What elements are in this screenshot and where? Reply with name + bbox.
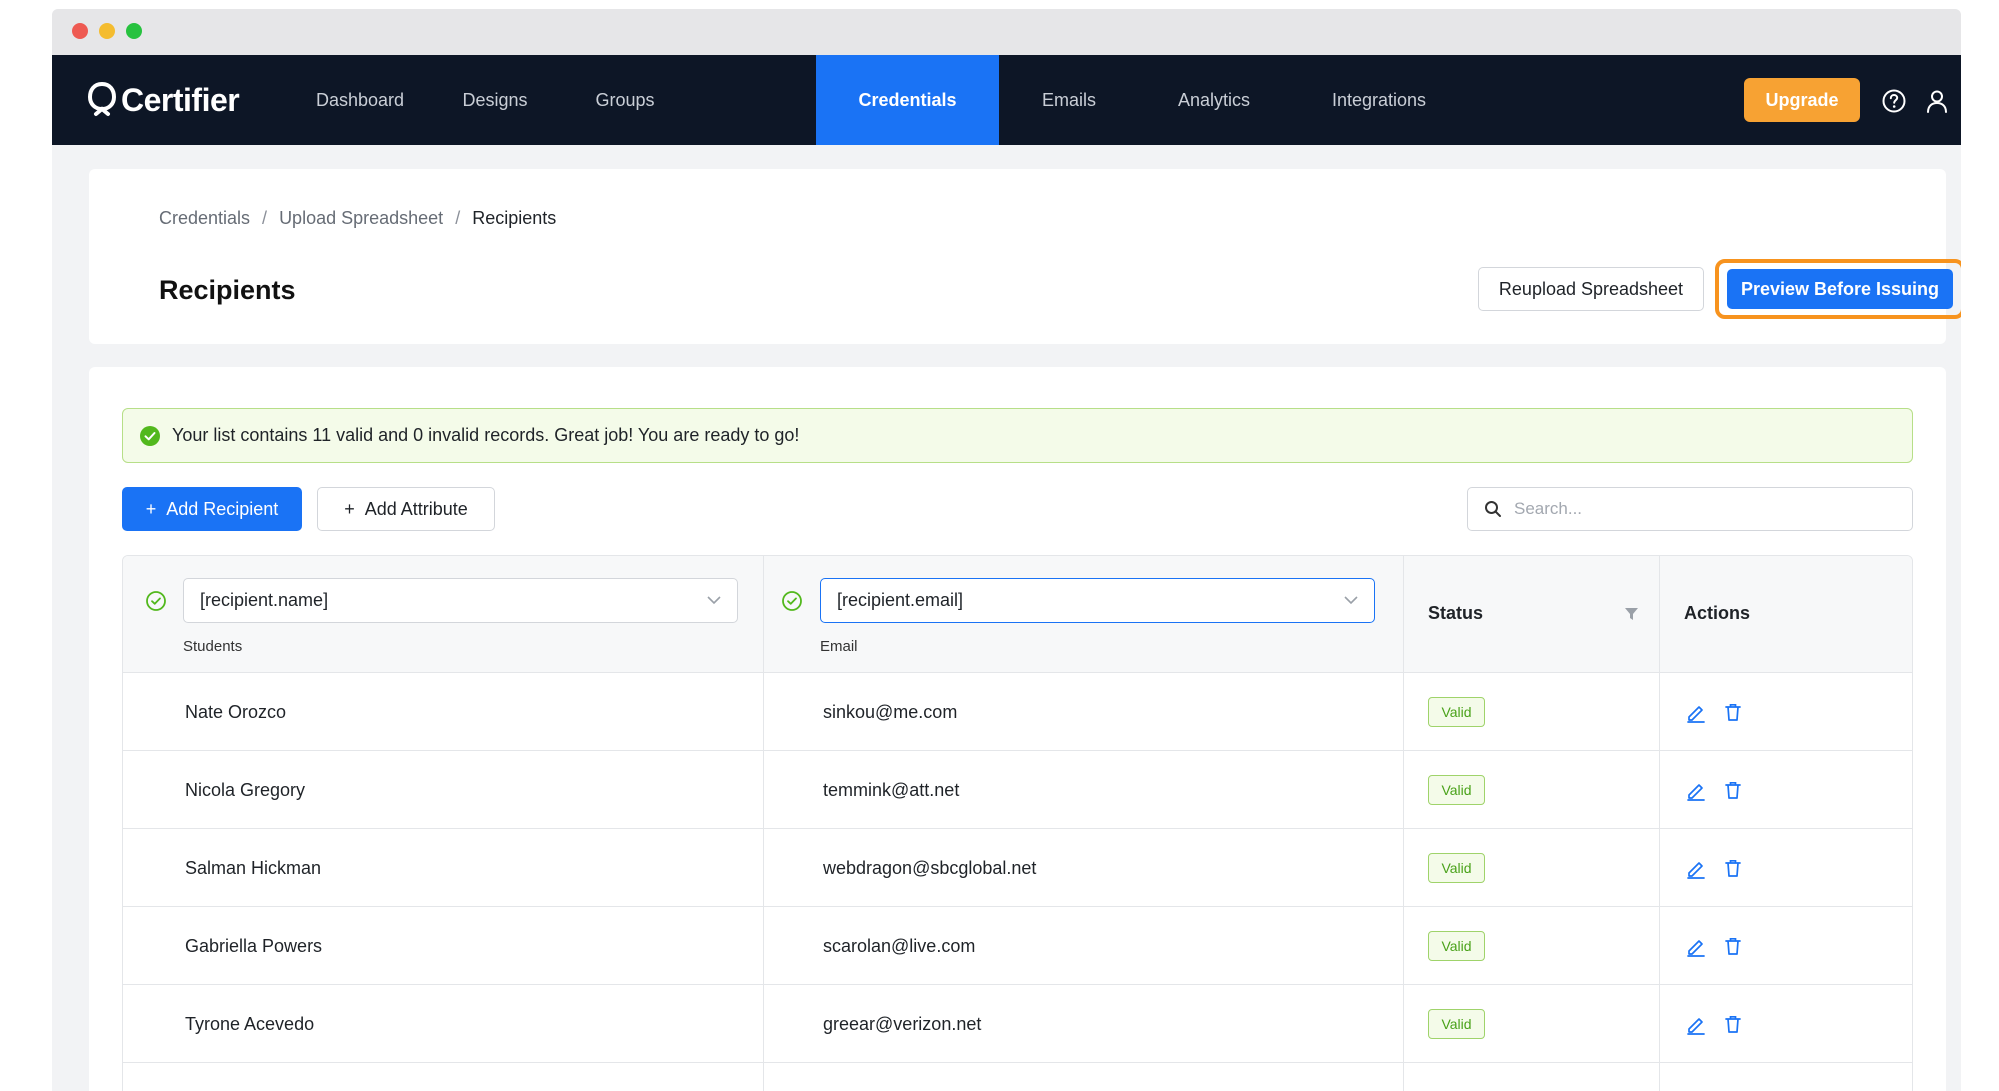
table-header: [recipient.name] Students [recipient.ema… bbox=[123, 556, 1912, 673]
edit-icon[interactable] bbox=[1685, 1013, 1707, 1035]
preview-before-issuing-button[interactable]: Preview Before Issuing bbox=[1727, 269, 1953, 309]
delete-icon[interactable] bbox=[1722, 935, 1744, 957]
email-column-label: Email bbox=[820, 638, 858, 655]
help-icon[interactable] bbox=[1881, 88, 1907, 114]
chevron-down-icon bbox=[1344, 596, 1358, 605]
breadcrumb-separator: / bbox=[455, 208, 461, 228]
breadcrumb: Credentials / Upload Spreadsheet / Recip… bbox=[159, 208, 556, 229]
success-alert: Your list contains 11 valid and 0 invali… bbox=[122, 408, 1913, 463]
nav-designs[interactable]: Designs bbox=[430, 55, 560, 145]
alert-text: Your list contains 11 valid and 0 invali… bbox=[172, 425, 800, 445]
email-column-select[interactable]: [recipient.email] bbox=[820, 578, 1375, 623]
edit-icon[interactable] bbox=[1685, 935, 1707, 957]
recipient-name-cell: Salman Hickman bbox=[185, 857, 322, 878]
nav-groups[interactable]: Groups bbox=[560, 55, 690, 145]
reupload-spreadsheet-button[interactable]: Reupload Spreadsheet bbox=[1478, 267, 1704, 311]
recipient-email-cell: sinkou@me.com bbox=[823, 701, 958, 722]
recipient-name-cell: Tyrone Acevedo bbox=[185, 1013, 315, 1034]
filter-icon[interactable] bbox=[1624, 607, 1639, 621]
status-badge: Valid bbox=[1428, 775, 1485, 805]
certifier-logo-icon bbox=[87, 81, 117, 116]
recipient-email-cell: temmink@att.net bbox=[823, 779, 960, 800]
close-window-dot[interactable] bbox=[72, 23, 88, 39]
nav-emails[interactable]: Emails bbox=[999, 55, 1139, 145]
chevron-down-icon bbox=[707, 596, 721, 605]
table-row: Tyrone Acevedo greear@verizon.net Valid bbox=[123, 985, 1912, 1063]
browser-window: Certifier Dashboard Designs Groups Crede… bbox=[52, 9, 1961, 1091]
column-mapped-check-icon bbox=[782, 591, 802, 611]
nav-integrations[interactable]: Integrations bbox=[1289, 55, 1469, 145]
recipients-card: Your list contains 11 valid and 0 invali… bbox=[89, 367, 1946, 1091]
check-circle-icon bbox=[140, 425, 160, 446]
status-badge: Valid bbox=[1428, 1009, 1485, 1039]
name-column-value: [recipient.name] bbox=[200, 590, 329, 610]
table-row bbox=[123, 1063, 1912, 1091]
plus-icon: + bbox=[145, 498, 157, 519]
maximize-window-dot[interactable] bbox=[126, 23, 142, 39]
window-titlebar bbox=[52, 9, 1961, 55]
email-column-value: [recipient.email] bbox=[837, 590, 964, 610]
name-column-select[interactable]: [recipient.name] bbox=[183, 578, 738, 623]
add-attribute-label: Add Attribute bbox=[364, 498, 468, 519]
breadcrumb-upload-spreadsheet[interactable]: Upload Spreadsheet bbox=[279, 208, 443, 229]
status-badge: Valid bbox=[1428, 853, 1485, 883]
recipients-table: [recipient.name] Students [recipient.ema… bbox=[122, 555, 1913, 1091]
recipient-name-cell: Nicola Gregory bbox=[185, 779, 306, 800]
search-box[interactable] bbox=[1467, 487, 1913, 531]
add-recipient-button[interactable]: + Add Recipient bbox=[122, 487, 302, 531]
status-badge: Valid bbox=[1428, 931, 1485, 961]
delete-icon[interactable] bbox=[1722, 701, 1744, 723]
status-column-header: Status bbox=[1428, 603, 1484, 623]
user-icon[interactable] bbox=[1924, 88, 1950, 114]
top-navbar: Certifier Dashboard Designs Groups Crede… bbox=[52, 55, 1961, 145]
add-recipient-label: Add Recipient bbox=[166, 498, 279, 519]
delete-icon[interactable] bbox=[1722, 1013, 1744, 1035]
minimize-window-dot[interactable] bbox=[99, 23, 115, 39]
breadcrumb-separator: / bbox=[262, 208, 268, 228]
search-icon bbox=[1485, 501, 1501, 517]
recipient-email-cell: scarolan@live.com bbox=[823, 935, 976, 956]
recipient-email-cell: greear@verizon.net bbox=[823, 1013, 982, 1034]
column-mapped-check-icon bbox=[146, 591, 166, 611]
upgrade-button[interactable]: Upgrade bbox=[1744, 78, 1860, 122]
page-title: Recipients bbox=[159, 275, 296, 305]
add-attribute-button[interactable]: + Add Attribute bbox=[317, 487, 495, 531]
nav-credentials[interactable]: Credentials bbox=[816, 55, 999, 145]
table-row: Gabriella Powers scarolan@live.com Valid bbox=[123, 907, 1912, 985]
nav-dashboard[interactable]: Dashboard bbox=[290, 55, 430, 145]
status-badge: Valid bbox=[1428, 697, 1485, 727]
brand-logo[interactable]: Certifier bbox=[87, 79, 240, 121]
edit-icon[interactable] bbox=[1685, 779, 1707, 801]
page-header-card: Credentials / Upload Spreadsheet / Recip… bbox=[89, 169, 1961, 344]
delete-icon[interactable] bbox=[1722, 779, 1744, 801]
delete-icon[interactable] bbox=[1722, 857, 1744, 879]
nav-analytics[interactable]: Analytics bbox=[1139, 55, 1289, 145]
edit-icon[interactable] bbox=[1685, 857, 1707, 879]
brand-name: Certifier bbox=[121, 81, 240, 118]
recipient-email-cell: webdragon@sbcglobal.net bbox=[823, 857, 1037, 878]
recipient-name-cell: Gabriella Powers bbox=[185, 935, 323, 956]
breadcrumb-credentials[interactable]: Credentials bbox=[159, 208, 250, 229]
plus-icon: + bbox=[344, 498, 355, 519]
table-row: Nate Orozco sinkou@me.com Valid bbox=[123, 673, 1912, 751]
edit-icon[interactable] bbox=[1685, 701, 1707, 723]
table-row: Nicola Gregory temmink@att.net Valid bbox=[123, 751, 1912, 829]
table-row: Salman Hickman webdragon@sbcglobal.net Val… bbox=[123, 829, 1912, 907]
actions-column-header: Actions bbox=[1684, 603, 1751, 623]
recipient-name-cell: Nate Orozco bbox=[185, 701, 287, 722]
name-column-label: Students bbox=[183, 638, 243, 655]
preview-highlight-frame: Preview Before Issuing bbox=[1715, 259, 1961, 319]
breadcrumb-recipients: Recipients bbox=[472, 208, 557, 228]
search-input[interactable] bbox=[1514, 499, 1894, 519]
